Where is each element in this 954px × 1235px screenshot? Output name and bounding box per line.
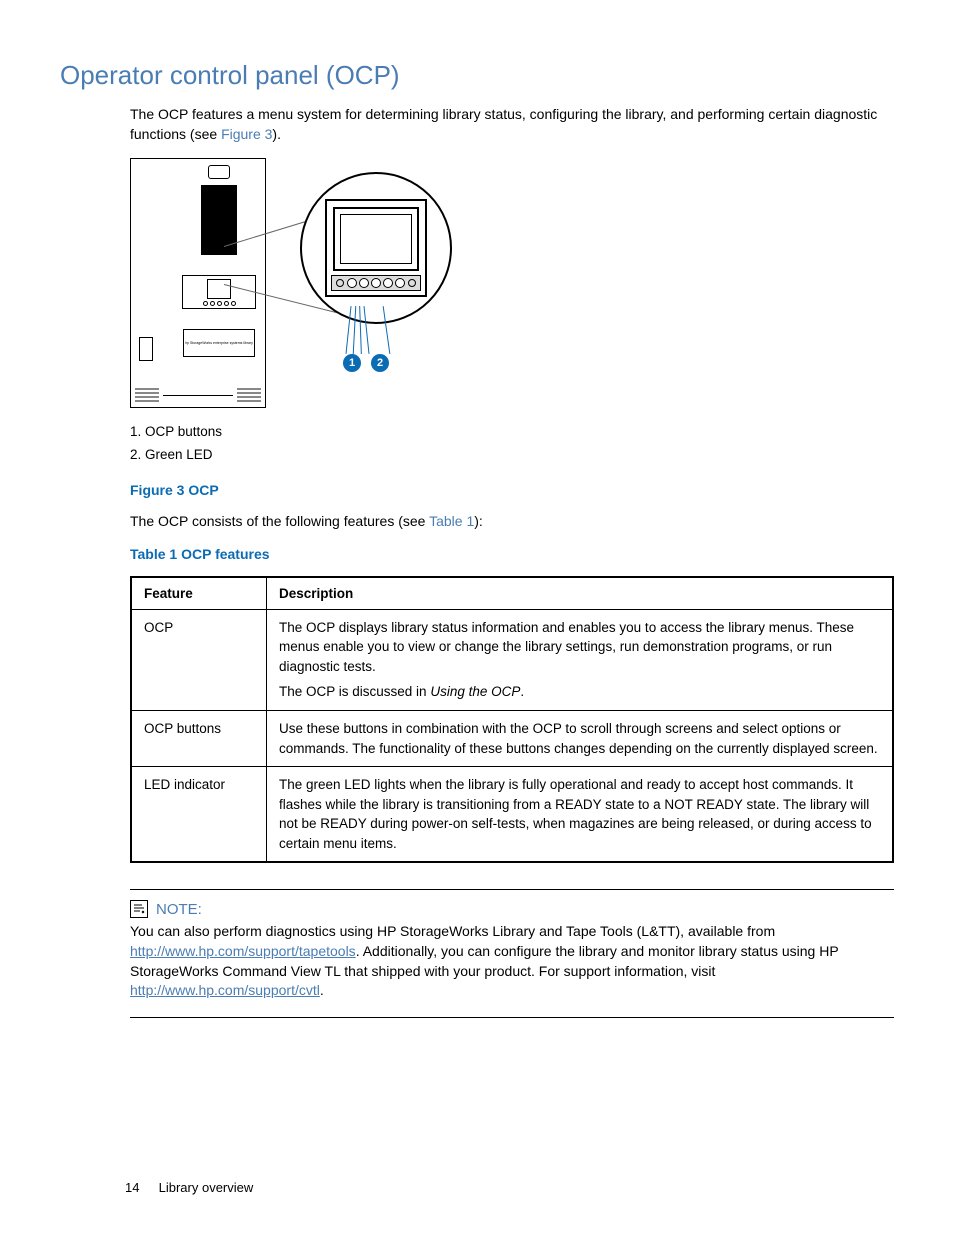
page-number: 14	[125, 1180, 155, 1195]
desc-ital: Using the OCP	[430, 684, 520, 699]
legend-item-2: 2. Green LED	[130, 447, 894, 462]
note-t1: You can also perform diagnostics using H…	[130, 923, 775, 939]
table-header-description: Description	[267, 577, 894, 610]
table-header-feature: Feature	[131, 577, 267, 610]
small-button-icon	[336, 279, 344, 287]
legend-item-1: 1. OCP buttons	[130, 424, 894, 439]
note-icon	[130, 900, 148, 918]
cabinet-label: hp StorageWorks enterprise systems libra…	[183, 329, 255, 357]
cell-feature: LED indicator	[131, 767, 267, 863]
cell-description: Use these buttons in combination with th…	[267, 711, 894, 767]
consists-text-2: ):	[474, 513, 483, 529]
power-icon	[208, 165, 230, 179]
intro-text-2: ).	[272, 126, 281, 142]
ocp-features-table: Feature Description OCP The OCP displays…	[130, 576, 894, 864]
figure-ocp-diagram: hp StorageWorks enterprise systems libra…	[130, 158, 450, 408]
figure-caption: Figure 3 OCP	[130, 482, 894, 498]
page-footer: 14 Library overview	[125, 1180, 253, 1195]
consists-text-1: The OCP consists of the following featur…	[130, 513, 429, 529]
cabinet-illustration: hp StorageWorks enterprise systems libra…	[130, 158, 266, 408]
tapetools-link[interactable]: http://www.hp.com/support/tapetools	[130, 943, 356, 959]
consists-paragraph: The OCP consists of the following featur…	[130, 512, 894, 532]
figure-legend: 1. OCP buttons 2. Green LED	[130, 424, 894, 462]
figure-3-link[interactable]: Figure 3	[221, 126, 272, 142]
cell-description: The green LED lights when the library is…	[267, 767, 894, 863]
slot-icon	[139, 337, 153, 361]
note-label: NOTE:	[156, 901, 202, 918]
led-icon	[408, 279, 416, 287]
page-heading: Operator control panel (OCP)	[60, 60, 894, 91]
table-caption: Table 1 OCP features	[130, 546, 894, 562]
table-row: LED indicator The green LED lights when …	[131, 767, 893, 863]
cell-description: The OCP displays library status informat…	[267, 609, 894, 710]
table-row: OCP buttons Use these buttons in combina…	[131, 711, 893, 767]
zoom-circle	[300, 172, 452, 324]
section-name: Library overview	[159, 1180, 254, 1195]
cell-feature: OCP buttons	[131, 711, 267, 767]
desc-text: The OCP displays library status informat…	[279, 618, 880, 677]
table-row: OCP The OCP displays library status info…	[131, 609, 893, 710]
callout-2: 2	[371, 354, 389, 372]
table-1-link[interactable]: Table 1	[429, 513, 474, 529]
ocp-large-illustration	[325, 199, 427, 297]
ocp-screen-icon	[333, 207, 419, 271]
vent-icon	[135, 383, 261, 407]
ocp-buttons-icon	[347, 278, 405, 288]
cvtl-link[interactable]: http://www.hp.com/support/cvtl	[130, 982, 320, 998]
callout-1: 1	[343, 354, 361, 372]
cell-feature: OCP	[131, 609, 267, 710]
note-text: You can also perform diagnostics using H…	[130, 922, 894, 1000]
intro-paragraph: The OCP features a menu system for deter…	[130, 105, 894, 144]
note-block: NOTE: You can also perform diagnostics u…	[130, 889, 894, 1017]
desc-text: .	[520, 684, 524, 699]
note-t3: .	[320, 982, 324, 998]
desc-text: The OCP is discussed in	[279, 684, 430, 699]
ocp-small-icon	[182, 275, 256, 309]
